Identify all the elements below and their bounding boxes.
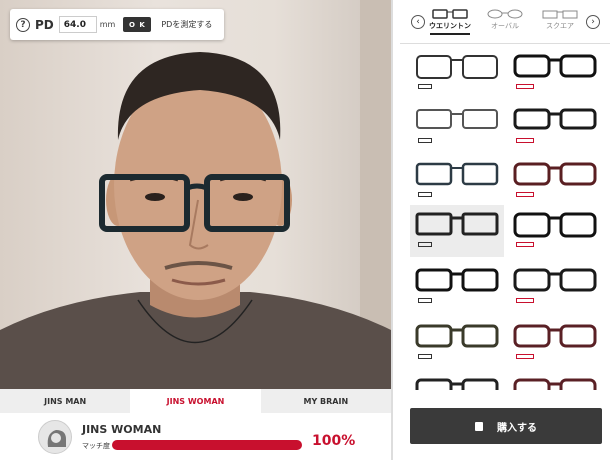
brand-badge [516,138,534,143]
measure-pd-link[interactable]: PDを測定する [161,19,212,30]
brand-badge [418,242,432,247]
shape-selector: ‹ ウエリントン オーバル スクエア › [400,0,610,44]
frame-item[interactable] [508,261,602,313]
ok-button[interactable]: O K [123,17,152,32]
brand-badge [418,354,432,359]
frame-item[interactable] [410,101,504,153]
pd-label: PD [35,17,54,32]
frame-item[interactable] [508,317,602,369]
brand-badge [516,298,534,303]
pd-panel: ? PD 64.0 mm O K PDを測定する [10,9,224,40]
frame-item[interactable] [508,371,602,390]
frame-item[interactable] [410,371,504,390]
frame-item[interactable] [410,317,504,369]
shopping-bag-icon [475,421,483,431]
frame-list [400,45,610,390]
match-label: マッチ度 [82,442,110,450]
brand-badge [418,298,432,303]
brand-badge [516,242,534,247]
frame-item[interactable] [508,101,602,153]
match-progress-fill [112,440,302,450]
tab-my-brain[interactable]: MY BRAIN [261,389,391,413]
brand-badge [418,192,432,197]
face-photo [0,0,391,389]
frame-item[interactable] [410,155,504,207]
chevron-right-icon[interactable]: › [586,15,600,29]
help-icon[interactable]: ? [16,17,30,32]
frame-item[interactable] [410,261,504,313]
frame-item[interactable] [508,47,602,99]
shape-square[interactable]: スクエア [530,9,590,31]
category-tabs: JINS MAN JINS WOMAN MY BRAIN [0,389,391,413]
shape-wellington[interactable]: ウエリントン [420,9,480,35]
shape-active-underline [430,33,470,35]
shape-oval-label: オーバル [491,22,519,30]
camera-preview: ? PD 64.0 mm O K PDを測定する [0,0,391,389]
buy-button-label: 購入する [497,422,537,434]
frame-item[interactable] [410,47,504,99]
frame-item[interactable] [508,155,602,207]
match-percent: 100% [312,433,356,449]
buy-button[interactable]: 購入する [410,408,602,444]
tab-jins-woman[interactable]: JINS WOMAN [130,389,261,413]
match-name: JINS WOMAN [82,423,162,436]
shape-wellington-label: ウエリントン [429,22,471,30]
brand-badge [516,192,534,197]
frame-item-selected[interactable] [410,205,504,257]
shape-oval[interactable]: オーバル [475,9,535,31]
match-panel: JINS WOMAN マッチ度 100% [0,413,391,460]
brand-badge [418,84,432,89]
match-progress-bar [112,440,302,450]
tab-jins-man[interactable]: JINS MAN [0,389,130,413]
panel-divider [391,0,393,460]
brand-badge [418,138,432,143]
app: ? PD 64.0 mm O K PDを測定する JINS MAN JINS W… [0,0,610,460]
pd-input[interactable]: 64.0 [58,16,97,33]
pd-unit: mm [99,20,116,29]
shape-square-label: スクエア [546,22,574,30]
frame-item[interactable] [508,205,602,257]
brand-badge [516,354,534,359]
brand-badge [516,84,534,89]
brain-avatar-icon [38,420,72,454]
